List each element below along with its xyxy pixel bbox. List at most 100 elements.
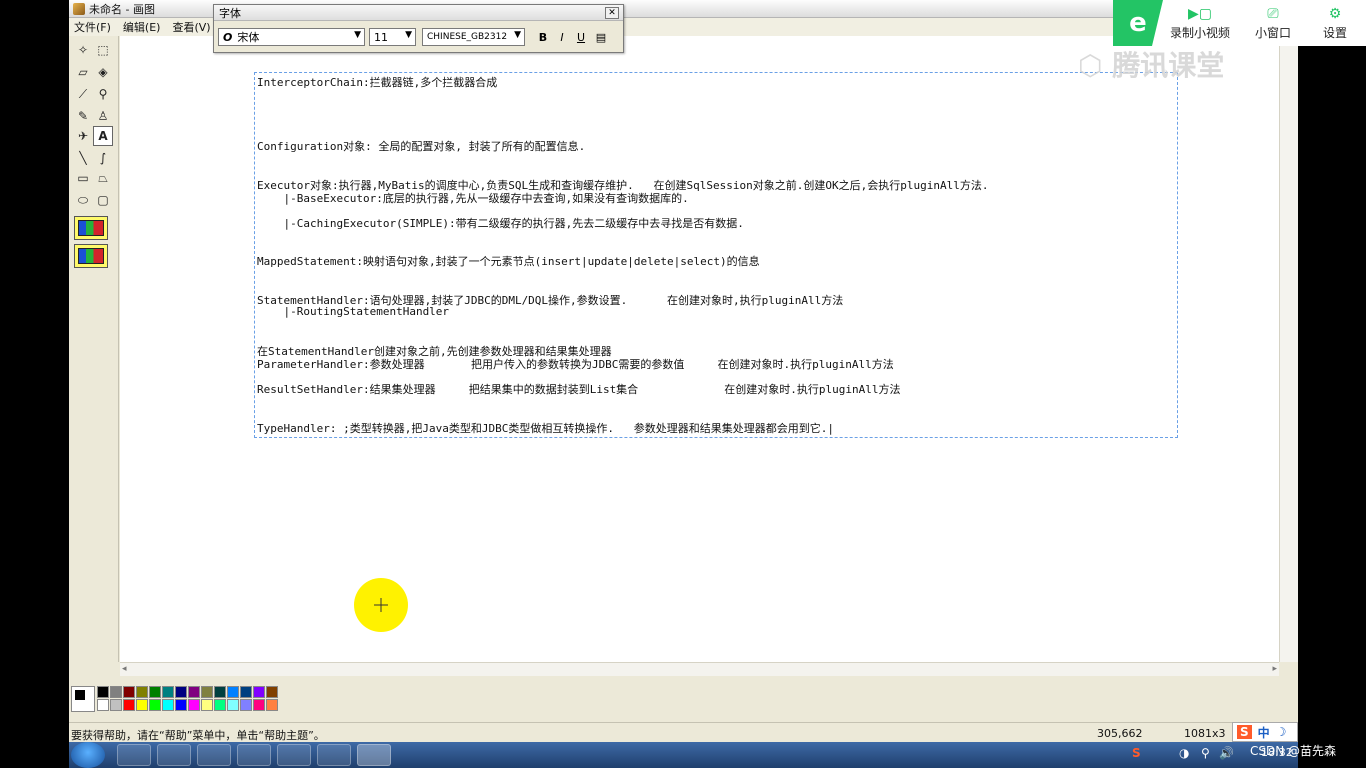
color-swatch[interactable]: [149, 686, 161, 698]
taskbar-app-1[interactable]: [117, 744, 151, 766]
record-video-button[interactable]: ▶▢ 录制小视频: [1165, 4, 1235, 44]
mini-window-button[interactable]: ⎚ 小窗口: [1241, 4, 1305, 44]
color-swatch[interactable]: [266, 686, 278, 698]
chevron-down-icon[interactable]: ▼: [354, 30, 361, 40]
tencent-toolbar: e ▶▢ 录制小视频 ⎚ 小窗口 ⚙ 设置: [1113, 0, 1366, 46]
pencil-icon[interactable]: ✎: [73, 106, 93, 126]
color-swatch[interactable]: [227, 699, 239, 711]
taskbar-chrome[interactable]: [157, 744, 191, 766]
airbrush-icon[interactable]: ✈: [73, 126, 93, 146]
color-swatch[interactable]: [240, 686, 252, 698]
csdn-watermark: CSDN @苗先森: [1250, 744, 1337, 758]
color-swatch[interactable]: [188, 699, 200, 711]
text-line: |-RoutingStatementHandler: [257, 305, 450, 318]
color-swatch[interactable]: [201, 699, 213, 711]
drawing-canvas[interactable]: InterceptorChain:拦截器链,多个拦截器合成 Configurat…: [120, 36, 1279, 662]
menu-view[interactable]: 查看(V): [172, 19, 210, 35]
mini-window-label: 小窗口: [1254, 26, 1291, 40]
watermark-text: 腾讯课堂: [1112, 49, 1225, 82]
text-line: |-CachingExecutor(SIMPLE):带有二级缓存的执行器,先去二…: [257, 217, 744, 230]
moon-icon[interactable]: ☽: [1276, 725, 1287, 739]
color-picker-icon[interactable]: ⟋: [73, 84, 93, 104]
color-swatch[interactable]: [110, 699, 122, 711]
tencent-watermark: ⬡ 腾讯课堂: [1078, 44, 1224, 84]
ime-language[interactable]: 中: [1258, 724, 1270, 741]
chevron-down-icon[interactable]: ▼: [405, 30, 412, 40]
taskbar-app-4[interactable]: [237, 744, 271, 766]
cursor-highlight: [354, 578, 408, 632]
font-size-select[interactable]: 11 ▼: [369, 28, 416, 46]
start-button[interactable]: [71, 742, 105, 768]
menu-edit[interactable]: 编辑(E): [123, 19, 161, 35]
charset-value: CHINESE_GB2312: [427, 32, 508, 42]
color-swatch[interactable]: [201, 686, 213, 698]
taskbar-app-5[interactable]: [277, 744, 311, 766]
curve-icon[interactable]: ∫: [93, 148, 113, 168]
color-swatch[interactable]: [162, 686, 174, 698]
settings-button[interactable]: ⚙ 设置: [1305, 4, 1365, 44]
sogou-logo-icon[interactable]: S: [1237, 725, 1252, 739]
network-icon[interactable]: ◑: [1179, 746, 1189, 760]
font-name-select[interactable]: O 宋体 ▼: [218, 28, 365, 46]
taskbar-paint[interactable]: [357, 744, 391, 766]
color-swatch[interactable]: [214, 686, 226, 698]
text-tool-icon[interactable]: A: [93, 126, 113, 146]
taskbar-explorer[interactable]: [197, 744, 231, 766]
menu-file[interactable]: 文件(F): [74, 19, 111, 35]
search-icon[interactable]: ⚲: [1201, 746, 1210, 760]
paint-window: 未命名 - 画图 文件(F) 编辑(E) 查看(V) ✧ ⬚ ▱ ◈ ⟋ ⚲ ✎…: [69, 0, 1298, 768]
eraser-icon[interactable]: ▱: [73, 62, 93, 82]
color-swatch[interactable]: [240, 699, 252, 711]
line-icon[interactable]: ╲: [73, 148, 93, 168]
free-select-icon[interactable]: ✧: [73, 40, 93, 60]
volume-icon[interactable]: 🔊: [1219, 746, 1234, 760]
color-swatch[interactable]: [253, 686, 265, 698]
close-icon[interactable]: ✕: [605, 7, 619, 19]
vertical-scrollbar[interactable]: [1279, 36, 1298, 662]
color-swatch[interactable]: [149, 699, 161, 711]
charset-select[interactable]: CHINESE_GB2312 ▼: [422, 28, 525, 46]
screen: 未命名 - 画图 文件(F) 编辑(E) 查看(V) ✧ ⬚ ▱ ◈ ⟋ ⚲ ✎…: [0, 0, 1366, 768]
magnifier-icon[interactable]: ⚲: [93, 84, 113, 104]
polygon-icon[interactable]: ⏢: [93, 168, 113, 188]
color-swatch[interactable]: [175, 686, 187, 698]
color-swatch[interactable]: [188, 686, 200, 698]
text-box[interactable]: InterceptorChain:拦截器链,多个拦截器合成 Configurat…: [254, 72, 1178, 438]
ime-bar: S 中 ☽: [1232, 722, 1298, 742]
horizontal-scrollbar[interactable]: ◂ ▸: [120, 662, 1279, 676]
scroll-left-icon[interactable]: ◂: [122, 664, 127, 674]
rounded-rect-icon[interactable]: ▢: [93, 190, 113, 210]
text-transparent-option[interactable]: [74, 244, 108, 268]
chevron-down-icon[interactable]: ▼: [514, 30, 521, 40]
vertical-text-icon[interactable]: ▤: [593, 29, 609, 45]
brush-icon[interactable]: ♙: [93, 106, 113, 126]
color-swatch[interactable]: [136, 686, 148, 698]
gear-icon: ⚙: [1328, 6, 1342, 22]
color-swatch[interactable]: [266, 699, 278, 711]
current-colors[interactable]: [71, 686, 95, 712]
rect-select-icon[interactable]: ⬚: [93, 40, 113, 60]
rectangle-icon[interactable]: ▭: [73, 168, 93, 188]
sogou-tray-icon[interactable]: S: [1132, 746, 1141, 760]
color-swatch[interactable]: [253, 699, 265, 711]
underline-button[interactable]: U: [573, 29, 589, 45]
color-swatch[interactable]: [97, 699, 109, 711]
color-swatch[interactable]: [162, 699, 174, 711]
color-swatch[interactable]: [123, 686, 135, 698]
text-opaque-option[interactable]: [74, 216, 108, 240]
color-swatch[interactable]: [110, 686, 122, 698]
paint-app-icon: [73, 2, 85, 15]
taskbar-app-6[interactable]: [317, 744, 351, 766]
color-swatch[interactable]: [227, 686, 239, 698]
color-swatch[interactable]: [123, 699, 135, 711]
color-swatch[interactable]: [214, 699, 226, 711]
text-line: ParameterHandler:参数处理器 把用户传入的参数转换为JDBC需要…: [257, 358, 894, 371]
italic-button[interactable]: I: [554, 29, 570, 45]
ellipse-icon[interactable]: ⬭: [73, 190, 93, 210]
color-swatch[interactable]: [97, 686, 109, 698]
color-swatch[interactable]: [175, 699, 187, 711]
fill-bucket-icon[interactable]: ◈: [93, 62, 113, 82]
scroll-right-icon[interactable]: ▸: [1272, 664, 1277, 674]
bold-button[interactable]: B: [535, 29, 551, 45]
color-swatch[interactable]: [136, 699, 148, 711]
